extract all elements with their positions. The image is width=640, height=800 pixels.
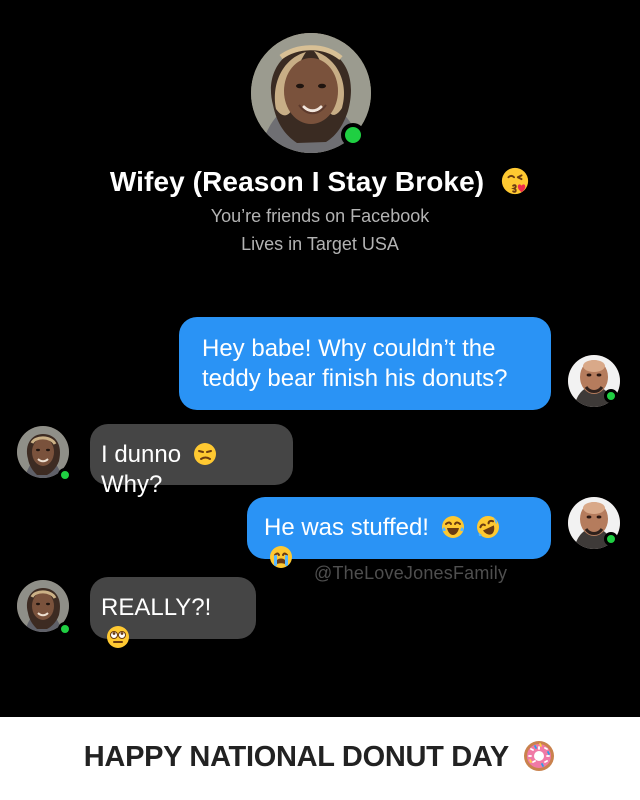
recipient-online-status-dot <box>58 468 72 482</box>
unamused-face-emoji-icon <box>193 442 217 466</box>
message-bubble-3[interactable]: He was stuffed! <box>247 497 551 568</box>
message-2-text-after: Why? <box>101 471 163 498</box>
watermark-text: @TheLoveJonesFamily <box>314 563 508 583</box>
message-bubble-2[interactable]: I dunno Why? <box>90 424 293 498</box>
message-3-text: He was stuffed! <box>264 514 429 541</box>
profile-name[interactable]: Wifey (Reason I Stay Broke) <box>0 166 640 198</box>
message-2-text-before: I dunno <box>101 441 182 468</box>
profile-name-text: Wifey (Reason I Stay Broke) <box>109 166 485 197</box>
joy-face-emoji-icon <box>441 515 465 539</box>
message-1-line-2: teddy bear finish his donuts? <box>202 365 508 392</box>
rolling-eyes-emoji-icon <box>106 625 130 649</box>
chat-screen: Wifey (Reason I Stay Broke) You’re frien… <box>0 0 640 717</box>
sender-online-status-dot <box>604 532 618 546</box>
rofl-face-emoji-icon <box>476 515 500 539</box>
donut-icon <box>522 739 556 773</box>
kiss-emoji-icon <box>500 166 530 196</box>
message-bubble-4[interactable]: REALLY?! <box>90 577 256 648</box>
message-1-line-1: Hey babe! Why couldn’t the <box>202 335 496 362</box>
footer-title-text: HAPPY NATIONAL DONUT DAY <box>83 741 509 773</box>
location-text: Lives in Target USA <box>241 234 399 254</box>
message-bubble-1[interactable]: Hey babe! Why couldn’t the teddy bear fi… <box>179 317 551 410</box>
message-4-text: REALLY?! <box>101 594 212 621</box>
footer-title: HAPPY NATIONAL DONUT DAY <box>0 739 640 774</box>
sender-online-status-dot <box>604 389 618 403</box>
crying-face-emoji-icon <box>269 545 293 569</box>
friends-status-text: You’re friends on Facebook <box>210 206 430 226</box>
profile-online-status-dot <box>341 123 365 147</box>
recipient-online-status-dot <box>58 622 72 636</box>
footer-banner: HAPPY NATIONAL DONUT DAY <box>0 717 640 800</box>
